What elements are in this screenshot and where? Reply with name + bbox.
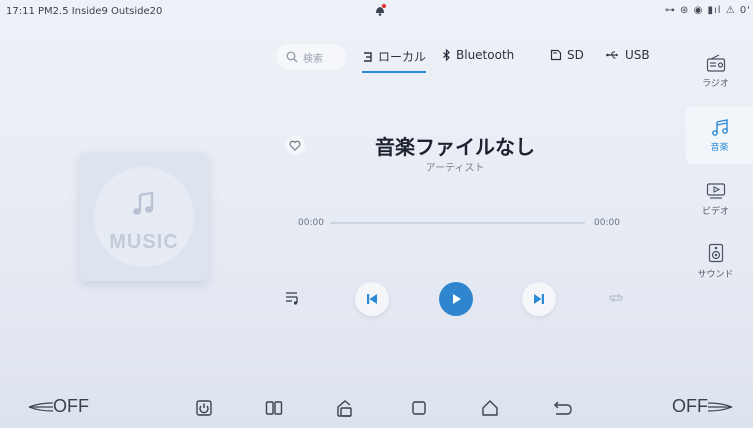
- power-button[interactable]: [192, 398, 216, 418]
- split-screen-button[interactable]: [262, 398, 286, 418]
- sidebar-item-video[interactable]: ビデオ: [686, 170, 745, 228]
- favorite-button[interactable]: [285, 135, 305, 155]
- playlist-button[interactable]: [282, 287, 304, 309]
- speaker-icon: [708, 243, 723, 262]
- power-icon: [196, 400, 212, 416]
- back-icon: [554, 401, 572, 415]
- home-button[interactable]: [478, 398, 502, 418]
- notification-bell-icon: [376, 3, 387, 16]
- car-settings-button[interactable]: [332, 398, 356, 418]
- sidebar-item-music[interactable]: 音楽: [686, 106, 753, 164]
- video-icon: [706, 182, 725, 199]
- left-climate-button[interactable]: OFF: [27, 396, 89, 417]
- progress-bar[interactable]: [330, 222, 585, 224]
- bluetooth-icon: [443, 49, 450, 61]
- tab-label: ローカル: [378, 50, 427, 64]
- skip-next-icon: [534, 294, 544, 304]
- repeat-button[interactable]: [605, 287, 627, 309]
- sd-card-icon: [550, 49, 562, 61]
- tab-label: Bluetooth: [456, 48, 515, 62]
- repeat-icon: [609, 293, 623, 303]
- heart-icon: [289, 140, 301, 151]
- sidebar-item-label: ビデオ: [701, 206, 729, 217]
- status-text: 17:11 PM2.5 Inside9 Outside20: [6, 6, 163, 17]
- sidebar-item-label: サウンド: [697, 269, 734, 280]
- fan-wave-icon: [28, 401, 53, 412]
- sidebar-item-radio[interactable]: ラジオ: [686, 42, 745, 100]
- split-screen-icon: [265, 401, 283, 415]
- music-note-icon: [711, 118, 728, 136]
- sidebar-item-sound[interactable]: サウンド: [686, 232, 745, 290]
- tab-local[interactable]: ローカル: [362, 48, 427, 73]
- time-total: 00:00: [594, 218, 620, 228]
- search-icon: [286, 51, 298, 63]
- home-icon: [482, 400, 498, 416]
- sidebar-item-label: ラジオ: [702, 78, 729, 89]
- square-icon: [412, 401, 426, 415]
- play-icon: [453, 294, 461, 304]
- right-climate-label: OFF: [672, 396, 708, 416]
- recent-apps-button[interactable]: [407, 398, 431, 418]
- tab-bluetooth[interactable]: Bluetooth: [442, 48, 514, 62]
- sidebar-item-label: 音楽: [710, 142, 729, 153]
- source-sidebar: ラジオ 音楽 ビデオ サウンド: [686, 36, 753, 376]
- tab-usb[interactable]: USB: [606, 48, 650, 62]
- previous-button[interactable]: [355, 282, 389, 316]
- time-current: 00:00: [298, 218, 324, 228]
- album-label: MUSIC: [109, 231, 179, 253]
- search-input[interactable]: 検索: [276, 44, 346, 70]
- tab-label: USB: [625, 48, 650, 62]
- fan-wave-icon: [708, 401, 733, 412]
- radio-icon: [706, 53, 725, 72]
- next-button[interactable]: [522, 282, 556, 316]
- left-climate-label: OFF: [53, 396, 89, 416]
- local-music-icon: [364, 51, 372, 62]
- back-button[interactable]: [551, 398, 575, 418]
- play-button[interactable]: [439, 282, 473, 316]
- bottom-bar: OFF OFF: [0, 384, 753, 428]
- skip-previous-icon: [367, 294, 377, 304]
- car-settings-icon: [337, 400, 352, 417]
- search-placeholder: 検索: [303, 53, 323, 65]
- track-title: 音楽ファイルなし: [375, 135, 535, 159]
- playlist-icon: [286, 292, 298, 305]
- status-bar: 17:11 PM2.5 Inside9 Outside20 ⊶ ⊛ ◉ ▮ıl …: [0, 0, 753, 22]
- album-art: MUSIC: [80, 153, 208, 281]
- right-climate-button[interactable]: OFF: [672, 396, 734, 417]
- tab-sd[interactable]: SD: [550, 48, 584, 62]
- music-note-icon: [133, 191, 154, 215]
- track-artist: アーティスト: [425, 163, 485, 174]
- usb-icon: [606, 51, 618, 59]
- tab-label: SD: [567, 48, 584, 62]
- status-icons: ⊶ ⊛ ◉ ▮ıl ⚠ 0': [664, 5, 751, 16]
